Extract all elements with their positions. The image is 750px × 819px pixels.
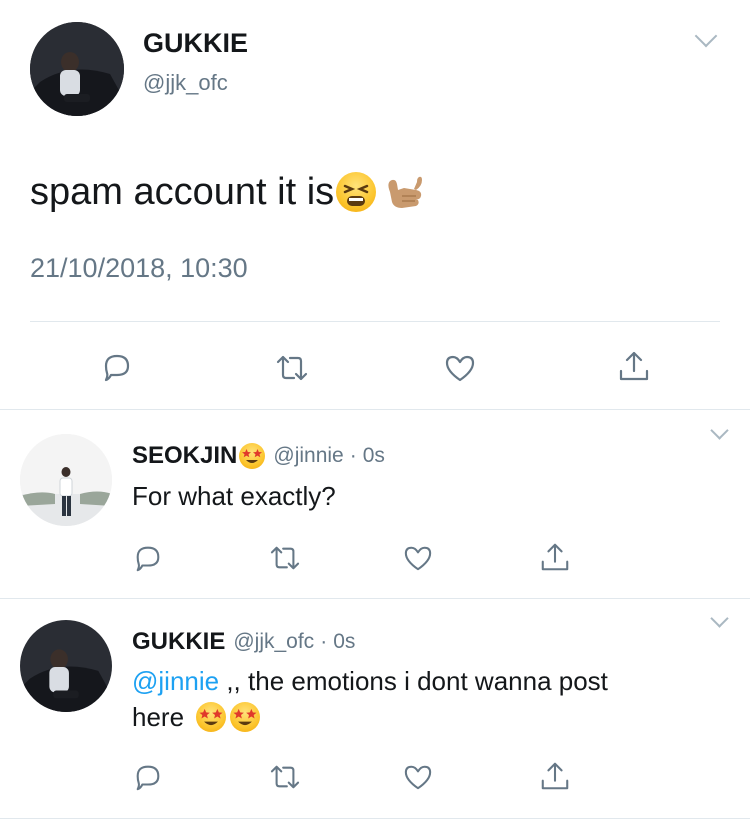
reply-header: SEOKJIN @jinnie · 0s [132,442,385,470]
heart-icon[interactable] [403,763,433,791]
author-handle[interactable]: @jjk_ofc [143,70,228,96]
avatar[interactable] [20,434,112,526]
divider [0,409,750,410]
reply-icon[interactable] [133,762,163,792]
author-name[interactable]: SEOKJIN [132,442,237,470]
chevron-down-icon[interactable] [710,421,729,440]
tweet-text: spam account it is [30,170,426,214]
heart-icon[interactable] [403,544,433,572]
tweet-timestamp: 21/10/2018, 10:30 [30,253,248,283]
chevron-down-icon[interactable] [710,609,729,628]
star-struck-emoji [196,702,227,732]
meta-separator: · [349,444,357,467]
tweet-body: spam account it is [30,170,335,213]
reply-text: For what exactly? [132,481,336,511]
avatar-photo [30,22,124,116]
retweet-icon[interactable] [274,353,310,383]
avatar[interactable] [20,620,112,712]
avatar-photo [20,620,112,712]
divider [30,321,720,322]
reply-header: GUKKIE @jjk_ofc · 0s [132,628,355,656]
author-handle[interactable]: @jjk_ofc [233,630,314,654]
star-struck-emoji [230,702,261,732]
reply-text-line2: here [132,702,185,732]
retweet-icon[interactable] [268,763,302,791]
share-icon[interactable] [539,760,571,792]
share-icon[interactable] [539,541,571,573]
reply-icon[interactable] [101,351,133,383]
tired-face-emoji [336,172,377,212]
author-handle[interactable]: @jinnie [273,444,343,468]
reply-time: 0s [333,630,356,653]
share-icon[interactable] [617,349,651,383]
reply-text: @jinnie ,, the emotions i dont wanna pos… [132,663,722,735]
meta-separator: · [320,630,328,653]
star-struck-emoji [239,443,266,469]
call-me-hand-emoji [382,170,426,214]
reply-time: 0s [362,444,385,467]
author-name[interactable]: GUKKIE [132,628,225,656]
avatar-photo [20,434,112,526]
avatar[interactable] [30,22,124,116]
mention-link[interactable]: @jinnie [132,666,219,696]
retweet-icon[interactable] [268,544,302,572]
author-name[interactable]: GUKKIE [143,28,248,59]
heart-icon[interactable] [444,353,476,383]
chevron-down-icon[interactable] [694,24,718,48]
divider [0,598,750,599]
reply-icon[interactable] [133,543,163,573]
reply-text-line1: ,, the emotions i dont wanna post [219,666,608,696]
